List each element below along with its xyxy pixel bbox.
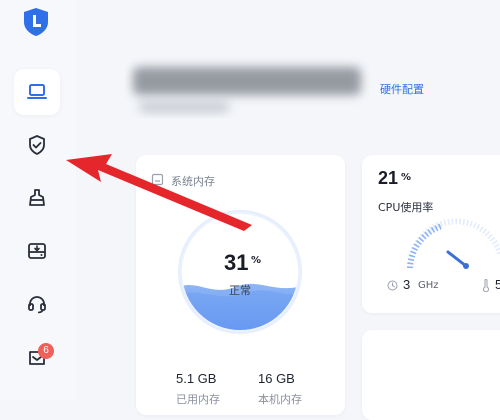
cpu-usage-label: CPU使用率	[378, 201, 434, 214]
hardware-config-link[interactable]: 硬件配置	[380, 81, 424, 97]
secondary-card	[362, 330, 500, 420]
sidebar-item-disk[interactable]	[14, 228, 60, 274]
clock-icon	[387, 280, 398, 291]
cpu-frequency-value: 3	[403, 277, 411, 292]
cpu-percent-unit: %	[401, 172, 412, 183]
sidebar-item-support[interactable]	[14, 281, 60, 327]
memory-icon	[151, 173, 164, 186]
memory-used-value: 5.1 GB	[176, 371, 217, 386]
memory-used-label: 已用内存	[176, 393, 220, 406]
headset-icon	[28, 296, 46, 314]
sidebar-item-security[interactable]	[14, 122, 60, 168]
cpu-gauge	[406, 218, 500, 269]
sidebar-item-messages[interactable]	[14, 334, 60, 380]
laptop-icon	[27, 84, 47, 99]
memory-percent: 31	[224, 250, 249, 275]
app-logo-icon	[24, 8, 48, 36]
message-badge: 6	[38, 343, 54, 359]
device-name-blurred	[133, 67, 361, 113]
memory-status: 正常	[229, 284, 251, 297]
thermometer-icon	[483, 279, 489, 292]
memory-total-value: 16 GB	[258, 371, 295, 386]
shield-check-icon	[29, 135, 45, 156]
sidebar-item-overview[interactable]	[14, 69, 60, 115]
cpu-percent: 21	[378, 168, 399, 188]
sidebar: 6	[0, 0, 76, 400]
cpu-temperature-value: 5	[495, 277, 500, 292]
memory-total-label: 本机内存	[258, 393, 302, 406]
cleanup-icon	[29, 189, 45, 206]
memory-percent-unit: %	[251, 255, 262, 266]
memory-title: 系统内存	[171, 175, 215, 188]
sidebar-item-cleanup[interactable]	[14, 175, 60, 221]
disk-icon	[28, 243, 46, 259]
cpu-frequency-unit: GHz	[418, 280, 439, 291]
